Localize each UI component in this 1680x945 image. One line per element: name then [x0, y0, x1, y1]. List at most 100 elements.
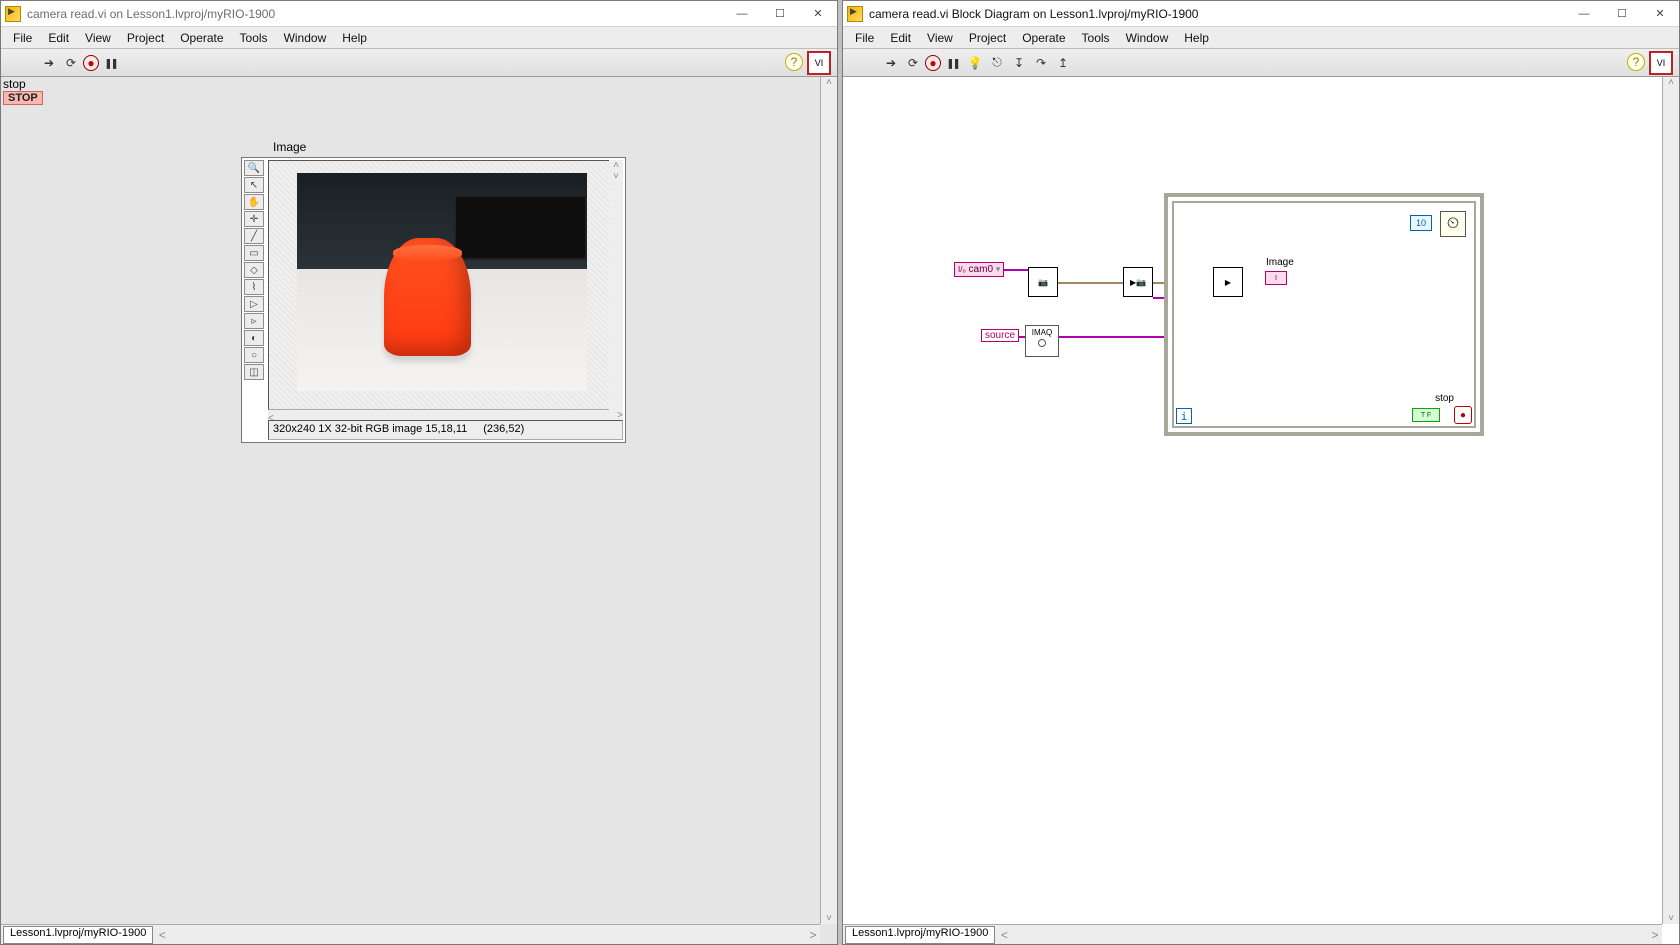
image-viewport[interactable]: [268, 160, 623, 410]
minimize-button[interactable]: —: [1565, 1, 1603, 26]
polyline-tool-icon[interactable]: ⌇: [244, 279, 264, 295]
step-out-icon[interactable]: ↥: [1053, 53, 1073, 73]
titlebar-right: camera read.vi Block Diagram on Lesson1.…: [843, 1, 1679, 27]
imaqdx-configure-node[interactable]: ▶📷: [1123, 267, 1153, 297]
run-button[interactable]: ➔: [39, 53, 59, 73]
status-scroll-left-icon[interactable]: ˂: [997, 928, 1011, 942]
image-terminal-label: Image: [1266, 257, 1294, 268]
toolbar-left: ➔ ⟳ ● ❚❚ ? VI: [1, 49, 837, 77]
pause-button[interactable]: ❚❚: [101, 53, 121, 73]
menubar-left: File Edit View Project Operate Tools Win…: [1, 27, 837, 49]
pointer-tool-icon[interactable]: ↖: [244, 177, 264, 193]
context-help-icon[interactable]: ?: [785, 53, 803, 71]
block-diagram-workspace[interactable]: I/₀ cam0 ▾ source 📷 ▶📷 IMAQ 10 i stop T …: [843, 77, 1679, 944]
menu-help[interactable]: Help: [336, 31, 373, 45]
rotated-rect-tool-icon[interactable]: ◫: [244, 364, 264, 380]
camera-image: [297, 173, 587, 391]
retain-wire-values-icon[interactable]: ⎋: [987, 53, 1007, 73]
menu-file[interactable]: File: [7, 31, 38, 45]
image-indicator-terminal[interactable]: I: [1265, 271, 1287, 285]
imaqdx-grab-node[interactable]: ▶: [1213, 267, 1243, 297]
loop-iteration-terminal[interactable]: i: [1176, 408, 1192, 424]
step-over-icon[interactable]: ↷: [1031, 53, 1051, 73]
abort-button[interactable]: ●: [925, 55, 941, 71]
window-title-right: camera read.vi Block Diagram on Lesson1.…: [869, 7, 1198, 21]
run-continuous-button[interactable]: ⟳: [903, 53, 923, 73]
window-title-left: camera read.vi on Lesson1.lvproj/myRIO-1…: [27, 7, 275, 21]
close-button[interactable]: ✕: [799, 1, 837, 26]
menu-window[interactable]: Window: [1120, 31, 1175, 45]
menu-operate[interactable]: Operate: [174, 31, 229, 45]
circle-tool-icon[interactable]: ○: [244, 347, 264, 363]
menu-tools[interactable]: Tools: [234, 31, 274, 45]
status-scroll-right-icon[interactable]: ˃: [806, 928, 820, 942]
menu-tools[interactable]: Tools: [1076, 31, 1116, 45]
maximize-button[interactable]: ☐: [1603, 1, 1641, 26]
image-coords-text: (236,52): [483, 423, 524, 437]
status-scroll-left-icon[interactable]: ˂: [155, 928, 169, 942]
workspace-scroll-vertical[interactable]: ˄˅: [820, 77, 837, 924]
close-button[interactable]: ✕: [1641, 1, 1679, 26]
app-icon: [847, 6, 863, 22]
stop-button[interactable]: STOP: [3, 91, 43, 105]
statusbar-left: Lesson1.lvproj/myRIO-1900 ˂ ˃: [1, 924, 820, 944]
pause-button[interactable]: ❚❚: [943, 53, 963, 73]
polygon-tool-icon[interactable]: ▷: [244, 296, 264, 312]
image-display-panel: 🔍 ↖ ✋ ✛ ╱ ▭ ◇ ⌇ ▷ ▹ ◐ ○ ◫: [241, 157, 626, 443]
status-path-left: Lesson1.lvproj/myRIO-1900: [3, 926, 153, 944]
photo-content: [297, 173, 587, 391]
wait-ms-constant[interactable]: 10: [1410, 215, 1432, 231]
menu-view[interactable]: View: [921, 31, 959, 45]
stop-terminal-label: stop: [1435, 393, 1454, 404]
vi-icon[interactable]: VI: [807, 51, 831, 75]
menu-help[interactable]: Help: [1178, 31, 1215, 45]
annulus-tool-icon[interactable]: ◐: [244, 330, 264, 346]
freehand-tool-icon[interactable]: ▹: [244, 313, 264, 329]
image-indicator-label: Image: [273, 140, 306, 154]
context-help-icon[interactable]: ?: [1627, 53, 1645, 71]
loop-condition-terminal[interactable]: [1454, 406, 1472, 424]
run-continuous-button[interactable]: ⟳: [61, 53, 81, 73]
crosshair-tool-icon[interactable]: ✛: [244, 211, 264, 227]
maximize-button[interactable]: ☐: [761, 1, 799, 26]
status-scroll-right-icon[interactable]: ˃: [1648, 928, 1662, 942]
image-info-text: 320x240 1X 32-bit RGB image 15,18,11: [273, 423, 467, 437]
step-into-icon[interactable]: ↧: [1009, 53, 1029, 73]
menu-view[interactable]: View: [79, 31, 117, 45]
stop-control-terminal[interactable]: T F: [1412, 408, 1440, 422]
vi-icon[interactable]: VI: [1649, 51, 1673, 75]
camera-constant[interactable]: I/₀ cam0 ▾: [954, 262, 1004, 277]
run-button[interactable]: ➔: [881, 53, 901, 73]
highlight-execution-icon[interactable]: 💡: [965, 53, 985, 73]
while-loop[interactable]: 10 i stop T F: [1164, 193, 1484, 436]
zoom-tool-icon[interactable]: 🔍: [244, 160, 264, 176]
front-panel-window: camera read.vi on Lesson1.lvproj/myRIO-1…: [0, 0, 838, 945]
menu-project[interactable]: Project: [963, 31, 1012, 45]
image-scroll-vertical[interactable]: ˄˅: [609, 160, 623, 410]
menu-edit[interactable]: Edit: [884, 31, 917, 45]
titlebar-left: camera read.vi on Lesson1.lvproj/myRIO-1…: [1, 1, 837, 27]
statusbar-right: Lesson1.lvproj/myRIO-1900 ˂ ˃: [843, 924, 1662, 944]
workspace-scroll-vertical[interactable]: ˄˅: [1662, 77, 1679, 924]
source-constant[interactable]: source: [981, 329, 1019, 342]
pan-tool-icon[interactable]: ✋: [244, 194, 264, 210]
abort-button[interactable]: ●: [83, 55, 99, 71]
menu-project[interactable]: Project: [121, 31, 170, 45]
menu-edit[interactable]: Edit: [42, 31, 75, 45]
rect-tool-icon[interactable]: ▭: [244, 245, 264, 261]
block-diagram-window: camera read.vi Block Diagram on Lesson1.…: [842, 0, 1680, 945]
menu-file[interactable]: File: [849, 31, 880, 45]
minimize-button[interactable]: —: [723, 1, 761, 26]
app-icon: [5, 6, 21, 22]
oval-tool-icon[interactable]: ◇: [244, 262, 264, 278]
image-status-bar: 320x240 1X 32-bit RGB image 15,18,11 (23…: [268, 420, 623, 440]
line-tool-icon[interactable]: ╱: [244, 228, 264, 244]
wait-ms-node[interactable]: [1440, 211, 1466, 237]
front-panel-workspace: stop STOP Image 🔍 ↖ ✋ ✛ ╱ ▭ ◇ ⌇ ▷ ▹ ◐ ○ …: [1, 77, 837, 944]
menu-window[interactable]: Window: [278, 31, 333, 45]
status-path-right: Lesson1.lvproj/myRIO-1900: [845, 926, 995, 944]
imaq-create-node[interactable]: IMAQ: [1025, 325, 1059, 357]
menu-operate[interactable]: Operate: [1016, 31, 1071, 45]
imaqdx-open-node[interactable]: 📷: [1028, 267, 1058, 297]
toolbar-right: ➔ ⟳ ● ❚❚ 💡 ⎋ ↧ ↷ ↥ ? VI: [843, 49, 1679, 77]
